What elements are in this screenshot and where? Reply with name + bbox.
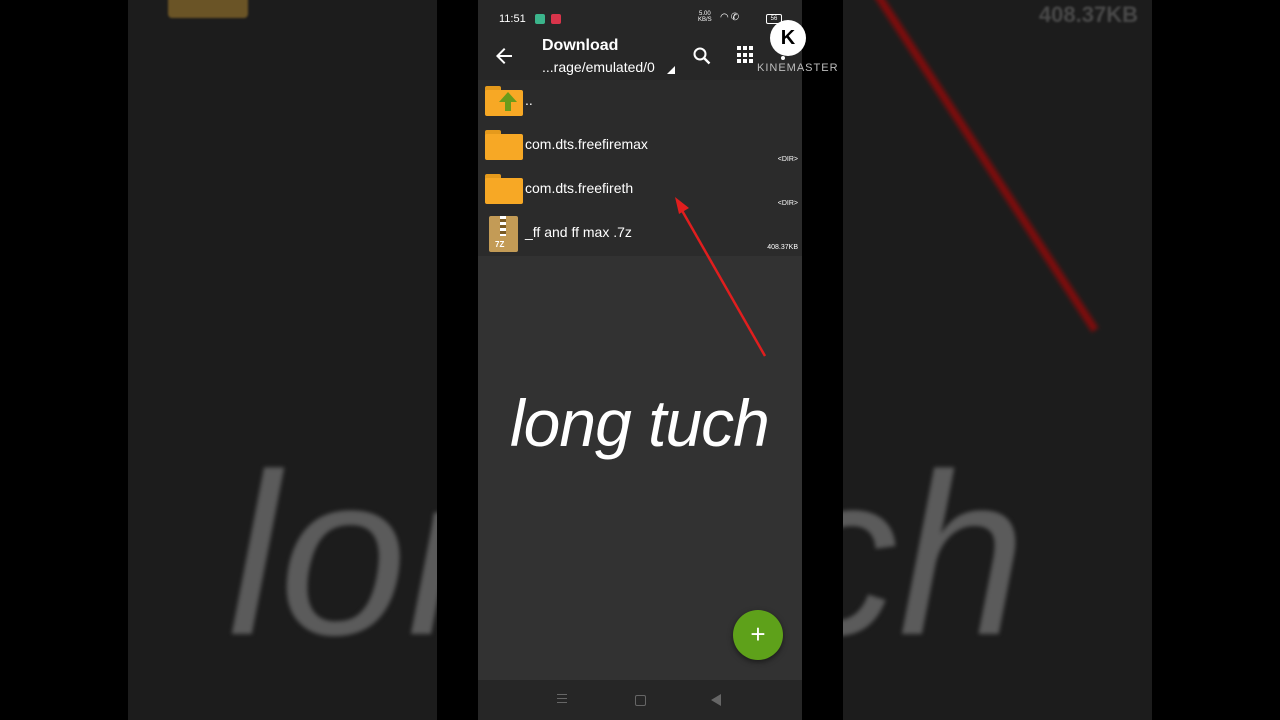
list-item[interactable]: 7Z _ff and ff max .7z 408.37KB <box>478 212 802 256</box>
file-list: .. com.dts.freefiremax <DIR> com.dts.fre… <box>478 80 802 256</box>
folder-icon <box>485 130 523 160</box>
navigation-bar <box>478 680 802 720</box>
network-speed-unit: KB/S <box>698 17 712 23</box>
background-blur-text-left: lon <box>228 426 437 683</box>
call-icon: ✆ <box>730 12 742 23</box>
recent-apps-icon[interactable] <box>557 694 567 704</box>
notification-app-icon <box>535 14 545 24</box>
folder-icon <box>485 174 523 204</box>
path-selector[interactable]: ...rage/emulated/0 <box>542 59 655 75</box>
file-meta: 408.37KB <box>767 244 798 251</box>
background-folder-shape <box>168 0 248 18</box>
file-meta: <DIR> <box>777 156 798 163</box>
background-blur-text-right: ch <box>843 426 1026 683</box>
recording-icon <box>551 14 561 24</box>
plus-icon: + <box>750 619 766 649</box>
toolbar: Download ...rage/emulated/0 <box>478 37 802 82</box>
path-dropdown-caret-icon[interactable] <box>667 66 675 74</box>
grid-view-icon[interactable] <box>735 44 757 66</box>
caption-text: long tuch <box>510 386 770 460</box>
watermark-text: KINEMASTER <box>757 62 839 74</box>
list-item-parent[interactable]: .. <box>478 80 802 124</box>
background-size-text: 408.37KB <box>1038 2 1138 27</box>
nav-back-icon[interactable] <box>711 694 721 706</box>
page-title: Download <box>542 37 619 54</box>
background-red-arrow <box>863 0 1099 333</box>
file-name: com.dts.freefiremax <box>525 136 648 152</box>
archive-icon: 7Z <box>489 216 518 252</box>
phone-screen: 11:51 5.00 KB/S ◠✆ 56 Download ...rage/e… <box>478 0 802 720</box>
add-button[interactable]: + <box>733 610 783 660</box>
status-bar: 11:51 5.00 KB/S ◠✆ 56 <box>478 0 802 38</box>
status-time: 11:51 <box>499 13 526 25</box>
background-right-panel: 408.37KB ch <box>843 0 1152 720</box>
wifi-icon: ◠ <box>720 12 731 23</box>
folder-up-icon <box>485 86 523 116</box>
back-arrow-icon[interactable] <box>492 44 516 68</box>
archive-icon-label: 7Z <box>495 240 505 249</box>
network-speed: 5.00 KB/S <box>698 11 712 23</box>
list-item[interactable]: com.dts.freefireth <DIR> <box>478 168 802 212</box>
file-name: _ff and ff max .7z <box>525 224 632 240</box>
status-icons: ◠✆ <box>720 12 741 23</box>
file-name: .. <box>525 92 533 108</box>
kinemaster-watermark: K KINEMASTER <box>757 20 838 80</box>
file-name: com.dts.freefireth <box>525 180 634 196</box>
search-icon[interactable] <box>690 44 714 68</box>
kinemaster-logo-icon: K <box>770 20 806 56</box>
home-icon[interactable] <box>635 695 646 706</box>
background-left-panel: lon <box>128 0 437 720</box>
file-meta: <DIR> <box>777 200 798 207</box>
list-item[interactable]: com.dts.freefiremax <DIR> <box>478 124 802 168</box>
